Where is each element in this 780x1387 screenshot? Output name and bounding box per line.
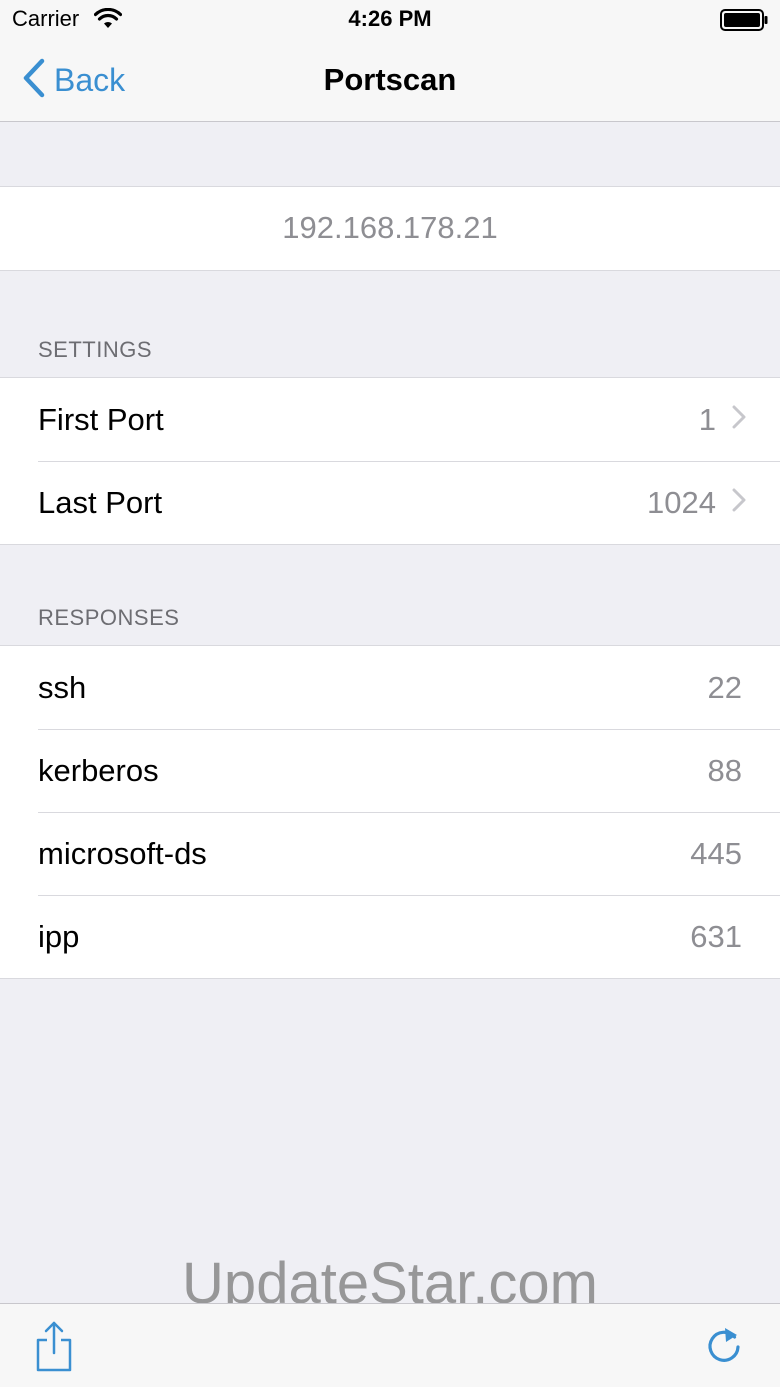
list-item[interactable]: microsoft-ds 445 — [0, 812, 780, 895]
chevron-right-icon — [732, 488, 746, 517]
service-name: kerberos — [38, 752, 159, 788]
status-time: 4:26 PM — [348, 6, 432, 31]
service-name: ssh — [38, 669, 87, 705]
last-port-row[interactable]: Last Port 1024 — [0, 461, 780, 544]
service-name: ipp — [38, 918, 80, 954]
port-number: 631 — [690, 918, 742, 954]
bottom-toolbar — [0, 1303, 780, 1387]
page-title: Portscan — [323, 62, 457, 97]
first-port-label: First Port — [38, 401, 164, 437]
service-name: microsoft-ds — [38, 835, 207, 871]
refresh-icon[interactable] — [704, 1324, 744, 1373]
last-port-label: Last Port — [38, 484, 163, 520]
battery-icon — [720, 9, 768, 36]
host-address: 192.168.178.21 — [282, 210, 498, 245]
chevron-right-icon — [732, 405, 746, 434]
list-item[interactable]: kerberos 88 — [0, 729, 780, 812]
last-port-value: 1024 — [647, 484, 716, 520]
port-number: 88 — [707, 752, 742, 788]
host-cell[interactable]: 192.168.178.21 — [0, 186, 780, 271]
first-port-row[interactable]: First Port 1 — [0, 378, 780, 461]
responses-header: RESPONSES — [38, 605, 180, 630]
list-item[interactable]: ipp 631 — [0, 895, 780, 978]
list-item[interactable]: ssh 22 — [0, 646, 780, 729]
settings-header: SETTINGS — [38, 337, 153, 362]
status-bar: Carrier 4:26 PM — [0, 0, 780, 40]
port-number: 445 — [690, 835, 742, 871]
share-icon[interactable] — [34, 1320, 74, 1377]
responses-group: ssh 22 kerberos 88 microsoft-ds 445 ipp … — [0, 645, 780, 979]
port-number: 22 — [707, 669, 742, 705]
settings-group: First Port 1 Last Port 1024 — [0, 377, 780, 545]
first-port-value: 1 — [698, 401, 716, 437]
navigation-bar: Back Portscan — [0, 40, 780, 122]
